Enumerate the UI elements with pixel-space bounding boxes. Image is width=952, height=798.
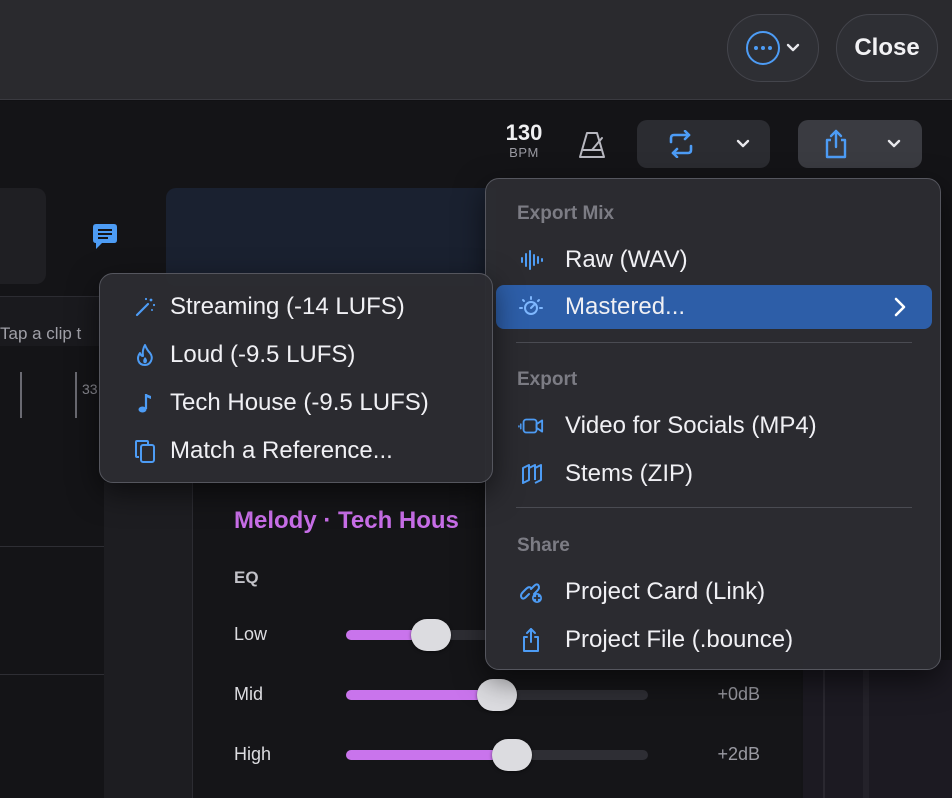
- loop-button[interactable]: [637, 120, 770, 168]
- submenu-item-tech-house[interactable]: Tech House (-9.5 LUFS): [108, 381, 486, 425]
- magic-wand-icon: [132, 294, 158, 320]
- eq-high-value: +2dB: [717, 744, 760, 764]
- menu-item-stems-zip[interactable]: Stems (ZIP): [496, 452, 932, 496]
- menu-item-label: Project File (.bounce): [565, 626, 794, 653]
- chevron-down-icon: [786, 43, 800, 52]
- metronome-icon[interactable]: [578, 130, 606, 160]
- meter-strip: [803, 660, 952, 798]
- track-title: Melody · Tech Hous: [234, 507, 459, 534]
- share-icon: [825, 129, 847, 159]
- submenu-item-label: Streaming (-14 LUFS): [170, 293, 405, 320]
- close-button[interactable]: Close: [836, 14, 938, 82]
- eq-high-slider[interactable]: [346, 739, 648, 771]
- bpm-display[interactable]: 130 BPM: [499, 120, 549, 160]
- section-export: Export: [517, 369, 578, 390]
- chevron-right-icon: [894, 297, 906, 317]
- track-row-divider: [0, 546, 104, 547]
- eq-heading: EQ: [234, 568, 259, 587]
- ellipsis-circle-icon: [746, 31, 780, 65]
- copy-icon: [132, 438, 158, 464]
- comment-icon[interactable]: [89, 221, 121, 253]
- section-share: Share: [517, 535, 570, 556]
- menu-item-label: Mastered...: [565, 293, 686, 320]
- menu-item-project-card[interactable]: Project Card (Link): [496, 570, 932, 614]
- slider-thumb[interactable]: [410, 619, 451, 651]
- top-bar: Close: [0, 0, 952, 100]
- loop-icon: [669, 130, 693, 158]
- bpm-value: 130: [505, 120, 543, 145]
- track-card-selected[interactable]: [166, 188, 496, 286]
- track-gutter: [104, 482, 192, 798]
- export-menu: Export Mix Raw (WAV) Mastered... Export …: [485, 178, 941, 670]
- share-file-icon: [518, 627, 544, 653]
- divider: [516, 342, 912, 343]
- divider: [516, 507, 912, 508]
- section-export-mix: Export Mix: [517, 203, 615, 224]
- stack-icon: [518, 461, 544, 487]
- track-row-divider: [0, 674, 104, 675]
- sun-dial-icon: [518, 294, 544, 320]
- menu-item-label: Video for Socials (MP4): [565, 412, 817, 439]
- video-camera-icon: [518, 413, 544, 439]
- menu-item-raw-wav[interactable]: Raw (WAV): [496, 238, 932, 282]
- submenu-item-label: Loud (-9.5 LUFS): [170, 341, 356, 368]
- chevron-down-icon[interactable]: [736, 139, 750, 149]
- link-icon: [518, 579, 544, 605]
- menu-item-mastered[interactable]: Mastered...: [496, 285, 932, 329]
- slider-thumb[interactable]: [477, 679, 517, 711]
- waveform-icon: [518, 247, 544, 273]
- more-options-button[interactable]: [727, 14, 819, 82]
- submenu-item-match-reference[interactable]: Match a Reference...: [108, 429, 486, 473]
- bpm-label: BPM: [509, 145, 539, 160]
- menu-item-label: Raw (WAV): [565, 246, 688, 273]
- submenu-item-label: Match a Reference...: [170, 437, 393, 464]
- submenu-item-streaming[interactable]: Streaming (-14 LUFS): [108, 285, 486, 329]
- menu-item-video-socials[interactable]: Video for Socials (MP4): [496, 404, 932, 448]
- menu-item-project-file[interactable]: Project File (.bounce): [496, 618, 932, 662]
- share-button[interactable]: [798, 120, 922, 168]
- menu-item-label: Project Card (Link): [565, 578, 766, 605]
- submenu-item-loud[interactable]: Loud (-9.5 LUFS): [108, 333, 486, 377]
- track-card[interactable]: [0, 188, 46, 284]
- eq-low-label: Low: [234, 624, 268, 644]
- eq-high-label: High: [234, 744, 272, 764]
- tap-clip-hint: Tap a clip t: [0, 324, 82, 343]
- ruler-number: 33: [82, 381, 98, 397]
- flame-icon: [132, 342, 158, 368]
- slider-thumb[interactable]: [492, 739, 533, 771]
- ruler-tick: [20, 372, 22, 418]
- eq-mid-value: +0dB: [717, 684, 760, 704]
- eq-mid-slider[interactable]: [346, 679, 648, 711]
- mastered-submenu: Streaming (-14 LUFS) Loud (-9.5 LUFS) Te…: [99, 273, 493, 483]
- ruler-tick: [75, 372, 77, 418]
- eq-mid-label: Mid: [234, 684, 264, 704]
- submenu-item-label: Tech House (-9.5 LUFS): [170, 389, 429, 416]
- music-note-icon: [132, 390, 158, 416]
- chevron-down-icon[interactable]: [887, 139, 901, 149]
- menu-item-label: Stems (ZIP): [565, 460, 694, 487]
